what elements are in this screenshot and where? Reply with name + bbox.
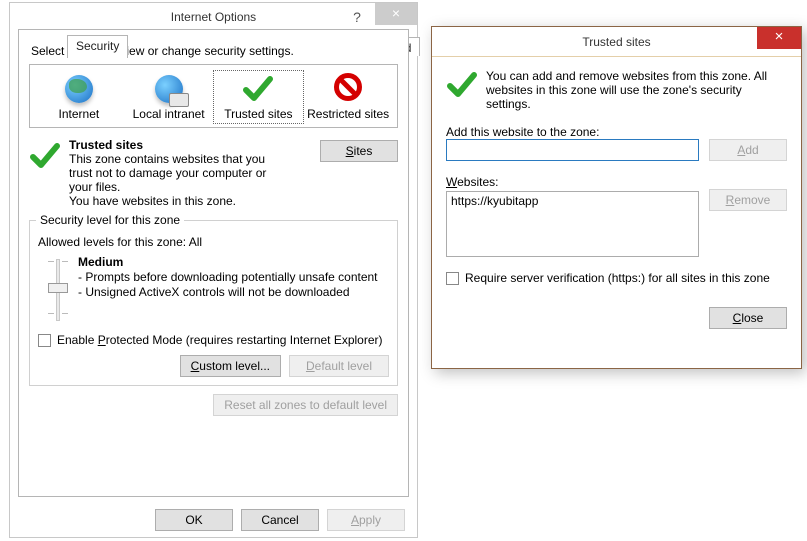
ok-button[interactable]: OK	[155, 509, 233, 531]
zone-restricted-label: Restricted sites	[303, 107, 393, 121]
close-button[interactable]: ×	[757, 27, 801, 49]
add-website-input[interactable]	[446, 139, 699, 161]
level-bullet: - Unsigned ActiveX controls will not be …	[78, 285, 378, 300]
checkmark-icon	[242, 73, 274, 105]
tab-security[interactable]: Security	[67, 35, 128, 58]
trusted-sites-dialog: Trusted sites × You can add and remove w…	[431, 26, 802, 369]
require-https-label: Require server verification (https:) for…	[465, 271, 770, 285]
slider-thumb[interactable]	[48, 283, 68, 293]
security-panel: Select a zone to view or change security…	[18, 29, 409, 497]
add-button[interactable]: Add	[709, 139, 787, 161]
websites-listbox[interactable]: https://kyubitapp	[446, 191, 699, 257]
require-https-row[interactable]: Require server verification (https:) for…	[446, 271, 787, 285]
custom-level-button[interactable]: Custom level...	[180, 355, 281, 377]
sites-button[interactable]: Sites	[320, 140, 398, 162]
remove-button[interactable]: Remove	[709, 189, 787, 211]
dialog-footer: OK Cancel Apply	[10, 509, 417, 531]
trusted-sites-intro: You can add and remove websites from thi…	[486, 69, 787, 111]
list-item[interactable]: https://kyubitapp	[451, 194, 694, 208]
help-button[interactable]: ?	[342, 3, 372, 31]
security-level-group: Security level for this zone Allowed lev…	[29, 220, 398, 386]
protected-mode-label: Enable Protected Mode (requires restarti…	[57, 333, 383, 347]
protected-mode-row[interactable]: Enable Protected Mode (requires restarti…	[38, 333, 389, 347]
trusted-sites-title: Trusted sites	[582, 35, 650, 49]
checkmark-icon	[446, 69, 486, 111]
close-button[interactable]: ×	[375, 3, 417, 25]
zone-internet[interactable]: Internet	[34, 71, 124, 123]
internet-options-titlebar[interactable]: Internet Options ? ×	[10, 3, 417, 31]
protected-mode-checkbox[interactable]	[38, 334, 51, 347]
security-slider[interactable]	[38, 255, 78, 325]
zone-detail-line: trust not to damage your computer or	[69, 166, 308, 180]
websites-label: Websites:	[446, 175, 787, 189]
internet-options-title: Internet Options	[171, 10, 256, 24]
add-website-label: Add this website to the zone:	[446, 125, 787, 139]
zone-detail-line: This zone contains websites that you	[69, 152, 308, 166]
zone-detail-line: your files.	[69, 180, 308, 194]
zone-internet-label: Internet	[34, 107, 124, 121]
close-dialog-button[interactable]: Close	[709, 307, 787, 329]
zone-detail: Trusted sites This zone contains website…	[29, 138, 398, 208]
zone-detail-heading: Trusted sites	[69, 138, 308, 152]
trusted-sites-titlebar[interactable]: Trusted sites ×	[432, 27, 801, 57]
zone-restricted[interactable]: Restricted sites	[303, 71, 393, 123]
intranet-icon	[153, 73, 185, 105]
security-level-title: Security level for this zone	[36, 213, 184, 227]
zone-intranet-label: Local intranet	[124, 107, 214, 121]
zone-intranet[interactable]: Local intranet	[124, 71, 214, 123]
require-https-checkbox[interactable]	[446, 272, 459, 285]
reset-zones-button[interactable]: Reset all zones to default level	[213, 394, 398, 416]
restricted-icon	[332, 73, 364, 105]
level-bullet: - Prompts before downloading potentially…	[78, 270, 378, 285]
globe-icon	[63, 73, 95, 105]
checkmark-icon	[29, 138, 69, 208]
zone-list: Internet Local intranet Trusted sites Re…	[29, 64, 398, 128]
default-level-button[interactable]: Default level	[289, 355, 389, 377]
apply-button[interactable]: Apply	[327, 509, 405, 531]
zone-trusted-label: Trusted sites	[214, 107, 304, 121]
zone-detail-line: You have websites in this zone.	[69, 194, 308, 208]
level-name: Medium	[78, 255, 378, 270]
internet-options-dialog: Internet Options ? × General Security Pr…	[9, 2, 418, 538]
allowed-levels: Allowed levels for this zone: All	[38, 235, 389, 249]
zone-trusted[interactable]: Trusted sites	[214, 71, 304, 123]
cancel-button[interactable]: Cancel	[241, 509, 319, 531]
